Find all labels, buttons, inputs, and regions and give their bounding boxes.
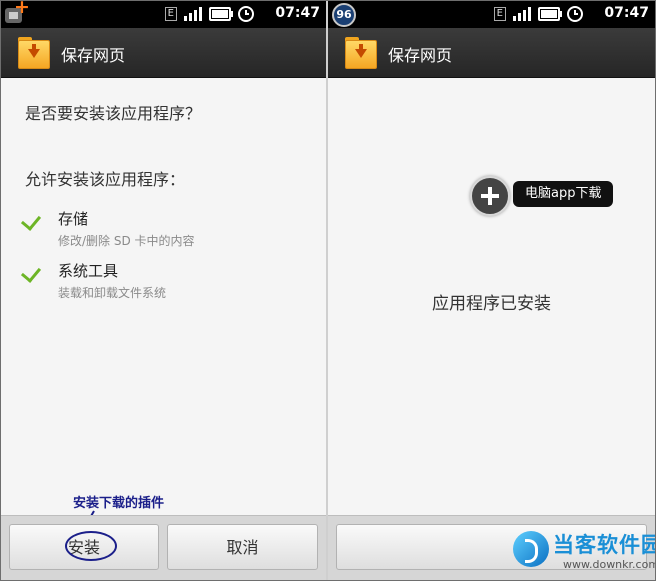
- watermark-title: 当客软件园: [553, 533, 655, 557]
- status-time: 07:47: [275, 5, 320, 21]
- folder-download-icon: [17, 36, 51, 70]
- status-time: 07:47: [604, 5, 649, 21]
- status-icons: E: [164, 6, 254, 22]
- permission-desc: 修改/删除 SD 卡中的内容: [58, 234, 195, 248]
- install-button[interactable]: 安装: [9, 524, 159, 570]
- signal-icon: [513, 7, 531, 21]
- network-e-icon: E: [164, 7, 177, 21]
- check-icon: [20, 210, 42, 231]
- battery-icon: [538, 7, 562, 21]
- screenshot-frame: + E 07:47 保存网页 是否要安装该应用程序？ 允许安装该应用程序： 存储…: [0, 0, 656, 581]
- cancel-button[interactable]: 取消: [167, 524, 318, 570]
- floating-label: 电脑app下载: [513, 181, 614, 207]
- status-icons: E: [493, 6, 583, 22]
- install-prompt-screen: + E 07:47 保存网页 是否要安装该应用程序？ 允许安装该应用程序： 存储…: [1, 1, 326, 580]
- permission-name: 存储: [58, 210, 89, 228]
- install-question: 是否要安装该应用程序？: [25, 104, 202, 123]
- app-notification-icon: +: [3, 1, 30, 26]
- permissions-heading: 允许安装该应用程序：: [25, 170, 186, 189]
- permission-desc: 装载和卸载文件系统: [58, 286, 167, 300]
- network-e-icon: E: [493, 7, 506, 21]
- battery-icon: [209, 7, 233, 21]
- app-title: 保存网页: [388, 46, 453, 65]
- site-logo-icon: [513, 531, 549, 567]
- app-title: 保存网页: [61, 46, 126, 65]
- installed-message: 应用程序已安装: [432, 294, 551, 314]
- site-watermark: 当客软件园 www.downkr.com: [513, 528, 655, 574]
- alarm-icon: [238, 6, 254, 22]
- annotation-circle: [65, 531, 117, 561]
- button-bar: 安装 取消: [1, 515, 326, 580]
- check-icon: [20, 262, 42, 283]
- status-bar: 96 E 07:47: [328, 1, 655, 28]
- title-bar: 保存网页: [328, 28, 655, 78]
- alarm-icon: [567, 6, 583, 22]
- installed-screen: 96 E 07:47 保存网页 电脑app下载 应用程序已安装 当客软件园 ww…: [328, 1, 655, 580]
- folder-download-icon: [344, 36, 378, 70]
- watermark-url: www.downkr.com: [563, 558, 655, 571]
- annotation-label: 安装下载的插件: [73, 496, 165, 511]
- signal-icon: [184, 7, 202, 21]
- title-bar: 保存网页: [1, 28, 326, 78]
- permission-name: 系统工具: [58, 262, 119, 280]
- status-bar: + E 07:47: [1, 1, 326, 28]
- plus-icon[interactable]: [470, 176, 510, 216]
- notification-count-badge: 96: [332, 3, 356, 27]
- installed-content: 电脑app下载 应用程序已安装: [328, 78, 655, 580]
